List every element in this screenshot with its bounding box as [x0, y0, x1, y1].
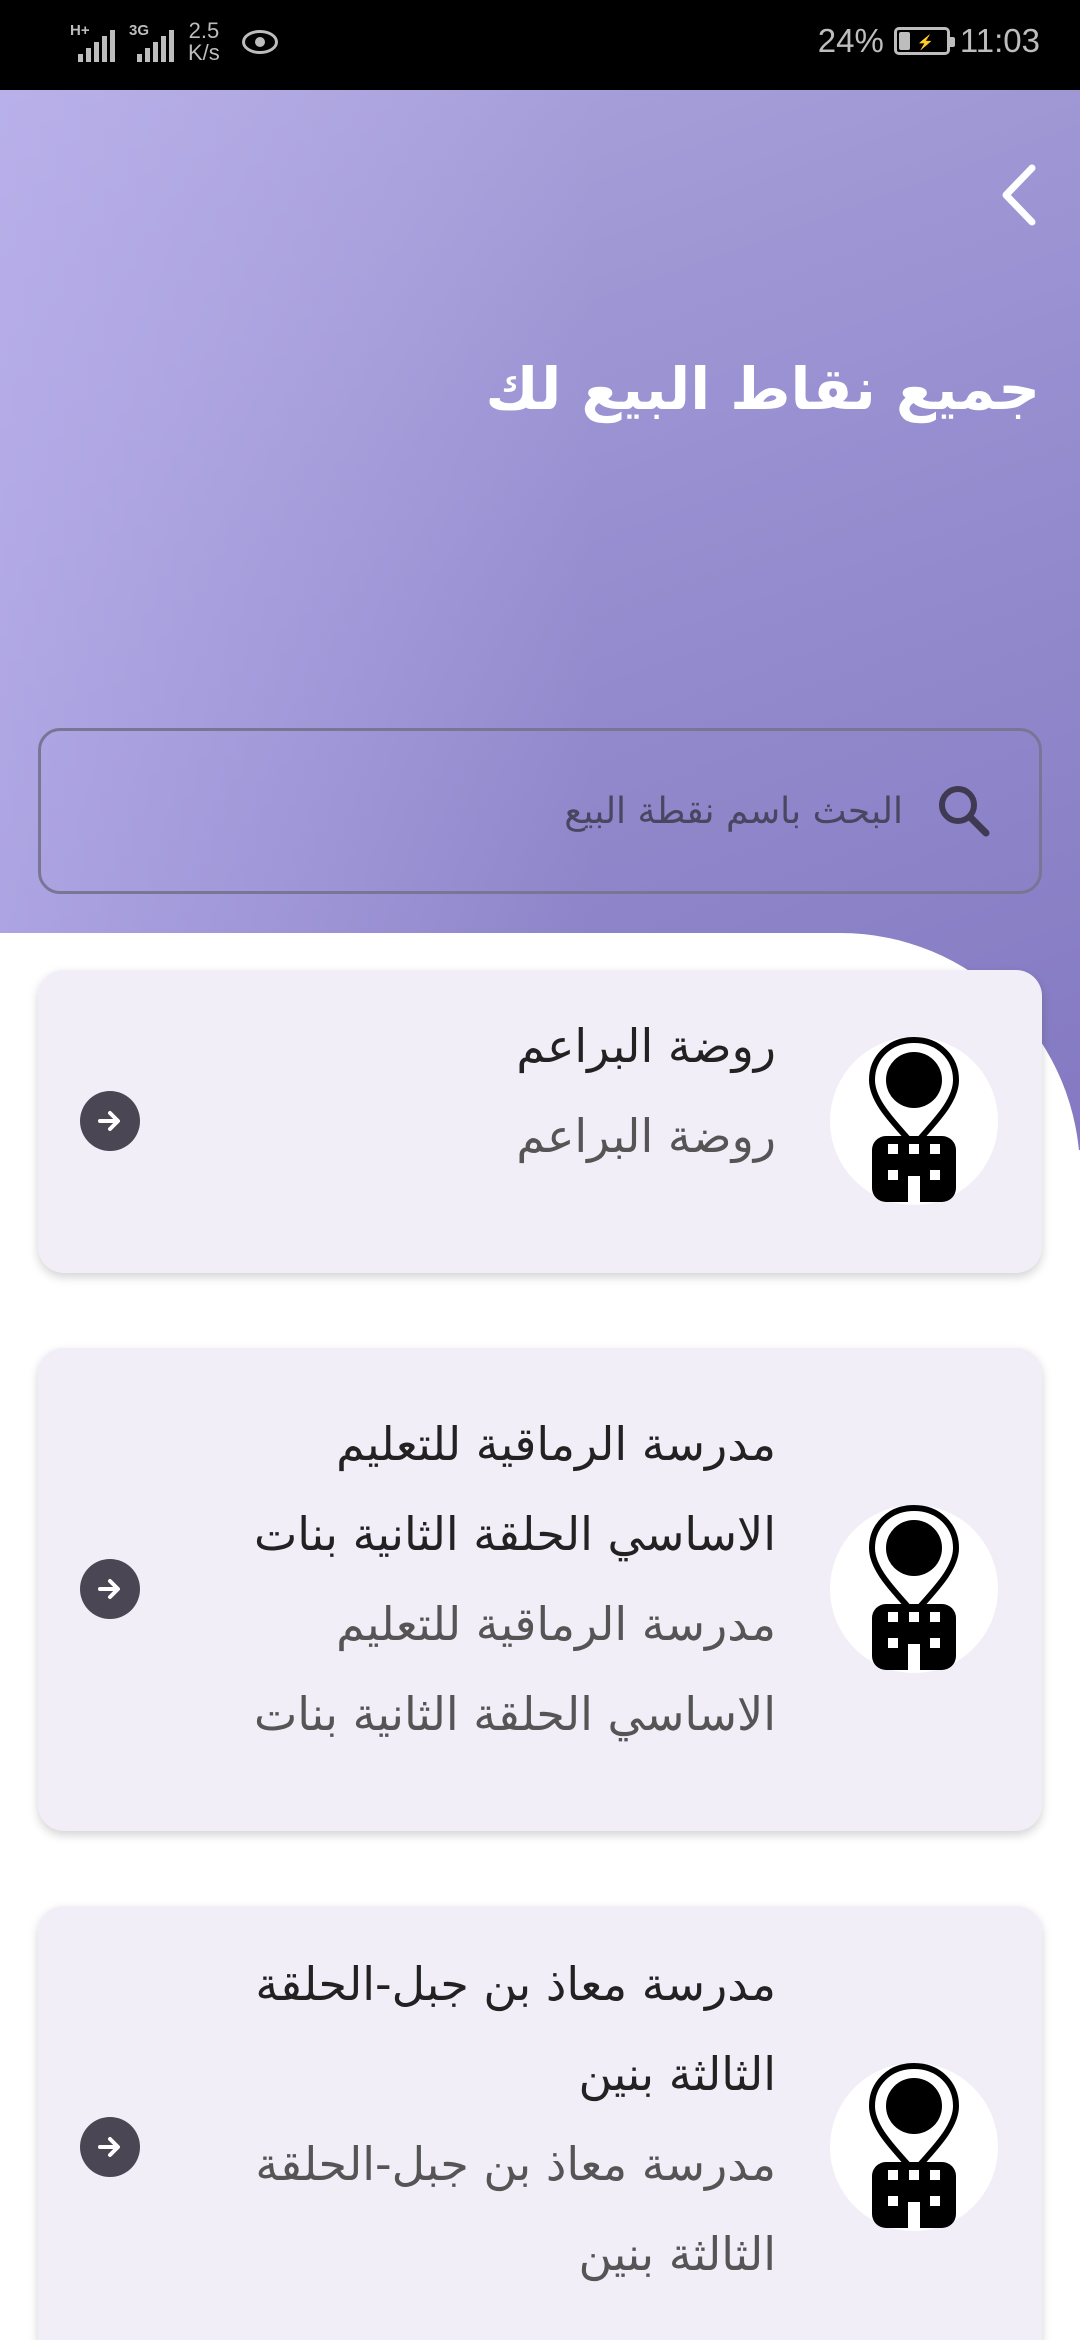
- point-avatar: [830, 2062, 998, 2231]
- point-title: روضة البراعم: [516, 1019, 776, 1073]
- network-type-2: 3G: [129, 22, 150, 39]
- network-speed: 2.5 K/s: [188, 20, 220, 64]
- eye-icon: [241, 30, 278, 54]
- point-title: مدرسة الرماقية للتعليم الاساسي الحلقة ال…: [253, 1417, 776, 1561]
- point-info: روضة البراعم روضة البراعم: [156, 1001, 776, 1181]
- signal-2-icon: 3G: [129, 22, 174, 62]
- search-icon[interactable]: [929, 776, 999, 846]
- network-type-1: H+: [70, 22, 90, 39]
- charging-icon: ⚡: [916, 34, 935, 50]
- battery-icon: ⚡: [893, 27, 955, 55]
- chevron-right-icon: [1002, 164, 1036, 226]
- speed-value: 2.5: [188, 18, 220, 43]
- school-location-icon: [868, 1504, 960, 1670]
- arrow-right-icon: [98, 1111, 120, 1131]
- status-bar: H+ 3G 2.5 K/s 24% ⚡ 11:03: [0, 0, 1080, 90]
- point-avatar: [830, 1036, 998, 1205]
- speed-unit: K/s: [188, 40, 220, 65]
- point-subtitle: روضة البراعم: [516, 1109, 776, 1163]
- point-card[interactable]: روضة البراعم روضة البراعم: [38, 970, 1042, 1273]
- page-title: جميع نقاط البيع لك: [485, 355, 1040, 423]
- point-info: مدرسة معاذ بن جبل-الحلقة الثالثة بنين مد…: [156, 1939, 776, 2299]
- search-bar[interactable]: [38, 728, 1042, 894]
- battery-fill: [898, 32, 910, 50]
- point-card[interactable]: مدرسة معاذ بن جبل-الحلقة الثالثة بنين مد…: [38, 1906, 1042, 2340]
- open-point-button[interactable]: [80, 1559, 140, 1619]
- status-right: 24% ⚡ 11:03: [818, 22, 1040, 60]
- school-location-icon: [868, 1036, 960, 1202]
- point-avatar: [830, 1504, 998, 1673]
- arrow-right-icon: [98, 2137, 120, 2157]
- point-subtitle: مدرسة معاذ بن جبل-الحلقة الثالثة بنين: [255, 2137, 776, 2281]
- point-subtitle: مدرسة الرماقية للتعليم الاساسي الحلقة ال…: [253, 1597, 776, 1741]
- point-card[interactable]: مدرسة الرماقية للتعليم الاساسي الحلقة ال…: [38, 1348, 1042, 1831]
- arrow-right-icon: [98, 1579, 120, 1599]
- battery-percent: 24%: [817, 22, 884, 59]
- status-left: H+ 3G 2.5 K/s: [70, 20, 278, 64]
- clock: 11:03: [959, 22, 1040, 59]
- school-location-icon: [868, 2062, 960, 2228]
- search-input[interactable]: [203, 790, 903, 832]
- back-button[interactable]: [984, 160, 1054, 230]
- signal-1-icon: H+: [70, 22, 115, 62]
- point-title: مدرسة معاذ بن جبل-الحلقة الثالثة بنين: [255, 1957, 776, 2101]
- point-info: مدرسة الرماقية للتعليم الاساسي الحلقة ال…: [156, 1399, 776, 1759]
- open-point-button[interactable]: [80, 2117, 140, 2177]
- open-point-button[interactable]: [80, 1091, 140, 1151]
